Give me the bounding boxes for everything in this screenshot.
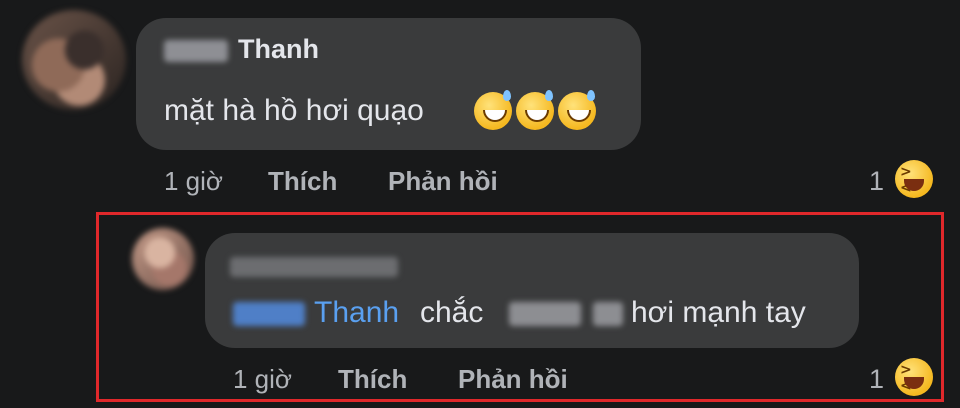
highlight-box <box>96 212 944 402</box>
laughing-emoji-icon[interactable] <box>895 160 933 198</box>
comment-author-name[interactable]: Thanh <box>238 34 319 65</box>
comment-timestamp[interactable]: 1 giờ <box>164 166 223 197</box>
comment-bubble <box>136 18 641 150</box>
avatar[interactable] <box>22 10 126 110</box>
blurred-author-name <box>164 40 228 62</box>
comment-text: mặt hà hồ hơi quạo <box>164 94 424 127</box>
emoji-group <box>474 90 596 130</box>
comment-thread: Thanh mặt hà hồ hơi quạo 1 giờ Thích Phả… <box>0 0 960 408</box>
grinning-sweat-emoji-icon <box>516 90 554 130</box>
reaction-count[interactable]: 1 <box>869 166 884 197</box>
grinning-sweat-emoji-icon <box>558 90 596 130</box>
reply-button[interactable]: Phản hồi <box>388 166 498 197</box>
grinning-sweat-emoji-icon <box>474 90 512 130</box>
like-button[interactable]: Thích <box>268 166 337 197</box>
